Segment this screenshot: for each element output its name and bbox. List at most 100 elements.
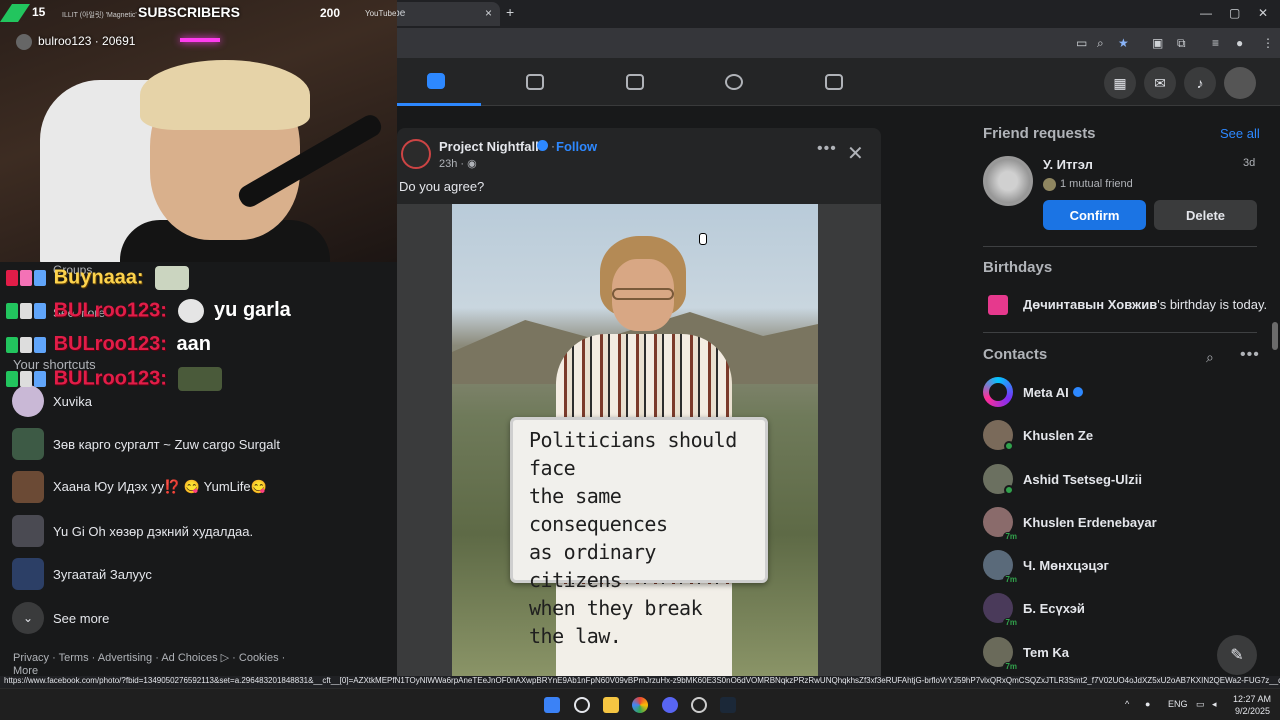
windows-taskbar: ^ ● ENG ▭ ◂ 12:27 AM 9/2/2025 xyxy=(0,688,1280,720)
bookmark-star-icon[interactable]: ★ xyxy=(1118,36,1129,50)
notifications-button[interactable]: ♪ xyxy=(1184,67,1216,99)
shortcut-item[interactable]: Зугаатай Залуус xyxy=(12,557,152,591)
more-options-icon[interactable]: ••• xyxy=(817,140,837,158)
tab-video[interactable] xyxy=(490,58,580,106)
search-icon[interactable] xyxy=(574,697,590,713)
contact-item[interactable]: 7m Б. Есүхэй xyxy=(983,590,1085,627)
new-tab-button[interactable]: + xyxy=(506,4,514,20)
sign-line: the law. xyxy=(529,624,622,648)
delete-button[interactable]: Delete xyxy=(1154,200,1257,230)
shortcut-item[interactable]: Зөв карго сургалт ~ Zuw cargo Surgalt xyxy=(12,427,280,461)
online-indicator xyxy=(1004,441,1014,451)
minimize-button[interactable]: — xyxy=(1200,6,1212,20)
contact-avatar: 7m xyxy=(983,550,1019,584)
shortcut-avatar xyxy=(12,428,44,460)
contact-avatar: 7m xyxy=(983,637,1019,671)
protest-sign: Politicians should face the same consequ… xyxy=(510,417,768,648)
zoom-icon[interactable]: ⌕ xyxy=(1097,36,1104,51)
contact-item[interactable]: Ashid Tsetseg-Ulzii xyxy=(983,461,1142,497)
tab-home[interactable] xyxy=(391,58,481,106)
messenger-button[interactable]: ✉ xyxy=(1144,67,1176,99)
last-active: 7m xyxy=(1003,575,1019,584)
post-photo[interactable]: Politicians should face the same consequ… xyxy=(452,204,818,676)
post-timestamp[interactable]: 23h · ◉ xyxy=(439,157,477,170)
author-avatar[interactable] xyxy=(401,139,431,169)
profile-icon[interactable]: ● xyxy=(1236,36,1243,50)
post-author[interactable]: Project Nightfall xyxy=(439,139,539,154)
now-playing-text: ILLIT (아일릿) 'Magnetic' ... xyxy=(62,12,145,19)
chat-line: BULroo123: xyxy=(6,367,223,397)
clock-date[interactable]: 9/2/2025 xyxy=(1235,706,1270,716)
friend-request-name[interactable]: У. Итгэл xyxy=(1043,157,1093,172)
shortcut-label: Зөв карго сургалт ~ Zuw cargo Surgalt xyxy=(53,436,280,452)
more-options-icon[interactable]: ••• xyxy=(1240,346,1260,364)
contact-item[interactable]: 7m Khuslen Erdenebayar xyxy=(983,504,1157,541)
gaming-icon xyxy=(825,74,843,90)
tab-close-icon[interactable]: × xyxy=(485,6,492,20)
account-avatar[interactable] xyxy=(1224,67,1256,99)
tab-marketplace[interactable] xyxy=(590,58,680,106)
see-all-link[interactable]: See all xyxy=(1220,126,1260,141)
chat-badges xyxy=(6,302,48,320)
sign-line: as ordinary citizens xyxy=(529,540,656,592)
follow-button[interactable]: Follow xyxy=(556,139,597,154)
groups-icon xyxy=(725,74,743,90)
maximize-button[interactable]: ▢ xyxy=(1229,6,1240,20)
contact-item[interactable]: Khuslen Ze xyxy=(983,417,1093,453)
extension-icon[interactable]: ▣ xyxy=(1152,36,1163,50)
marketplace-icon xyxy=(626,74,644,90)
chevron-down-icon: ⌄ xyxy=(12,602,44,634)
contact-name: Meta AI xyxy=(1023,384,1069,400)
tab-groups[interactable] xyxy=(689,58,779,106)
post-media[interactable]: Politicians should face the same consequ… xyxy=(397,204,881,676)
chat-username: BULroo123: xyxy=(53,367,167,390)
cast-icon[interactable]: ▭ xyxy=(1076,36,1087,50)
tray-chevron-icon[interactable]: ^ xyxy=(1125,699,1129,709)
contact-item[interactable]: 7m Ч. Мөнхцэцэг xyxy=(983,547,1109,584)
language-indicator[interactable]: ENG xyxy=(1168,699,1188,709)
meta-ai-icon xyxy=(983,377,1013,407)
search-icon[interactable]: ⌕ xyxy=(1206,349,1214,366)
reading-list-icon[interactable]: ≡ xyxy=(1212,36,1219,50)
new-message-button[interactable]: ✎ xyxy=(1217,635,1257,675)
birthday-text[interactable]: Дөчинтавын Ховжив's birthday is today. xyxy=(1023,297,1267,312)
shortcut-label: Зугаатай Залуус xyxy=(53,566,152,582)
shortcut-item[interactable]: Хаана Юу Идэх уу⁉️ 😋 YumLife😋 xyxy=(12,470,267,504)
contact-name: Tem Ka xyxy=(1023,644,1069,660)
menu-dots-icon[interactable]: ⋮ xyxy=(1262,36,1274,50)
contact-item[interactable]: Meta AI xyxy=(983,374,1083,410)
close-icon[interactable]: ✕ xyxy=(847,141,864,166)
clock-time[interactable]: 12:27 AM xyxy=(1233,694,1271,704)
puzzle-icon[interactable]: ⧉ xyxy=(1177,36,1186,51)
footer-links[interactable]: Privacy · Terms · Advertising · Ad Choic… xyxy=(13,651,285,664)
mutual-friends[interactable]: 1 mutual friend xyxy=(1060,178,1133,190)
last-active: 7m xyxy=(1003,662,1019,671)
friend-request-avatar[interactable] xyxy=(983,156,1033,206)
see-more-button[interactable]: ⌄ See more xyxy=(12,601,109,635)
contact-name: Ч. Мөнхцэцэг xyxy=(1023,557,1109,573)
contact-item[interactable]: 7m Tem Ka xyxy=(983,634,1069,671)
shortcut-item[interactable]: Yu Gi Oh хөзөр дэкний худалдаа. xyxy=(12,514,253,548)
chat-emote xyxy=(178,299,205,323)
menu-grid-button[interactable]: ▦ xyxy=(1104,67,1136,99)
shortcut-label: Yu Gi Oh хөзөр дэкний худалдаа. xyxy=(53,523,254,539)
start-icon[interactable] xyxy=(544,697,560,713)
steam-icon[interactable] xyxy=(720,697,736,713)
shortcut-avatar xyxy=(12,515,44,547)
network-icon[interactable]: ▭ xyxy=(1196,699,1205,710)
close-window-button[interactable]: ✕ xyxy=(1258,6,1268,20)
microphone-icon[interactable]: ● xyxy=(1145,699,1150,709)
chrome-icon[interactable] xyxy=(632,697,648,713)
volume-icon[interactable]: ◂ xyxy=(1212,699,1217,710)
obs-icon[interactable] xyxy=(691,697,707,713)
discord-icon[interactable] xyxy=(662,697,678,713)
file-explorer-icon[interactable] xyxy=(603,697,619,713)
chat-line: BULroo123: aan xyxy=(6,333,211,363)
birthdays-heading: Birthdays xyxy=(983,259,1053,276)
confirm-button[interactable]: Confirm xyxy=(1043,200,1146,230)
scrollbar[interactable] xyxy=(1272,322,1278,350)
last-active: 7m xyxy=(1003,532,1019,541)
sign-line: Politicians should face xyxy=(529,428,737,480)
subscriber-goal: 200 xyxy=(320,6,341,20)
tab-gaming[interactable] xyxy=(789,58,879,106)
